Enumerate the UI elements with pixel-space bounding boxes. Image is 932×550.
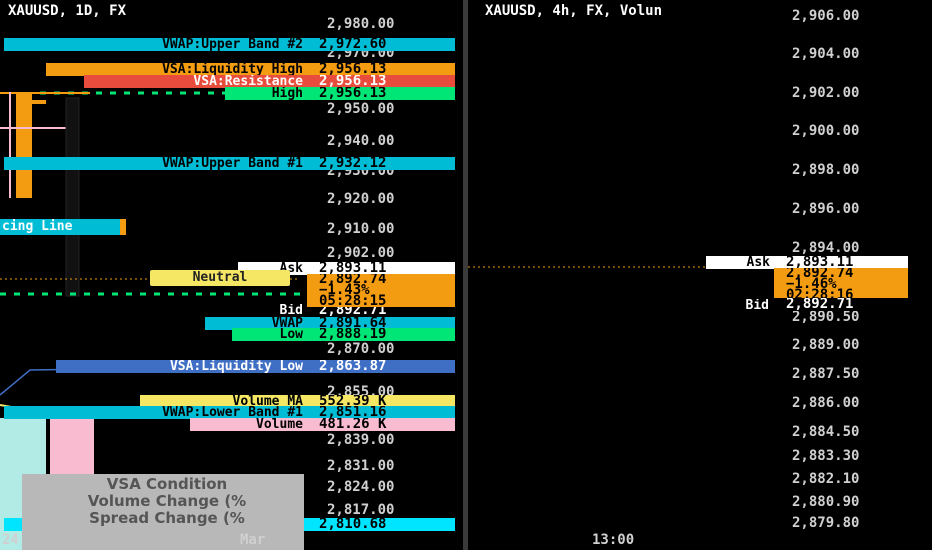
indicator-value: 2,888.19 bbox=[307, 328, 455, 341]
indicator-value: 481.26 K bbox=[307, 418, 455, 431]
indicator-value: 2,932.12 bbox=[307, 157, 455, 170]
right-x-label-0: 13:00 bbox=[592, 532, 635, 548]
indicator-label: Bid bbox=[242, 304, 307, 317]
neutral-label: Neutral bbox=[150, 270, 290, 286]
vsa-spread-change: Spread Change (% bbox=[89, 509, 245, 527]
left-price-tick: 2,902.00 bbox=[327, 245, 395, 261]
left-current-price-countdown: 05:28:15 bbox=[319, 293, 387, 307]
left-chart-pane[interactable]: XAUUSD, 1D, FX 2,980.00 2,970.00 2,950.00 2… bbox=[0, 0, 463, 550]
indicator-label: VSA:Liquidity Low bbox=[56, 360, 307, 373]
indicator-value: 2,956.13 bbox=[307, 87, 455, 100]
right-bid-label: Bid bbox=[712, 298, 774, 311]
left-price-tick: 2,920.00 bbox=[327, 191, 395, 207]
left-price-tick: 2,839.00 bbox=[327, 432, 395, 448]
left-current-price: 2,892.74 −1.43% 05:28:15 bbox=[307, 274, 455, 307]
right-price-tick: 2,884.50 bbox=[792, 424, 860, 440]
side-line-label: cing Line bbox=[0, 219, 126, 235]
right-price-tick: 2,904.00 bbox=[792, 46, 860, 62]
right-price-tick: 2,886.00 bbox=[792, 395, 860, 411]
right-price-tick: 2,889.00 bbox=[792, 337, 860, 353]
right-bid-value: 2,892.71 bbox=[774, 298, 908, 311]
right-price-tick: 2,879.80 bbox=[792, 515, 860, 531]
right-current-price-countdown: 02:28:16 bbox=[786, 287, 854, 298]
liquidity-bar bbox=[16, 93, 32, 198]
right-chart-pane[interactable]: XAUUSD, 4h, FX, Volun 2,906.00 2,904.00 2,… bbox=[468, 0, 932, 550]
indicator-label: High bbox=[225, 87, 307, 100]
indicator-label: VWAP:Upper Band #1 bbox=[4, 157, 307, 170]
right-price-tick: 2,890.50 bbox=[792, 309, 860, 325]
main-candle bbox=[65, 97, 80, 297]
right-price-tick: 2,894.00 bbox=[792, 240, 860, 256]
right-current-price: 2,892.74 −1.46% 02:28:16 bbox=[774, 268, 908, 298]
indicator-label: Low bbox=[232, 328, 307, 341]
left-price-tick: 2,824.00 bbox=[327, 479, 395, 495]
indicator-value: 2,863.87 bbox=[307, 360, 455, 373]
vsa-volume-change: Volume Change (% bbox=[87, 492, 247, 510]
right-price-tick: 2,900.00 bbox=[792, 123, 860, 139]
right-price-tick: 2,887.50 bbox=[792, 366, 860, 382]
right-price-tick: 2,883.30 bbox=[792, 448, 860, 464]
left-price-tick: 2,980.00 bbox=[327, 16, 395, 32]
right-price-tick: 2,906.00 bbox=[792, 8, 860, 24]
right-price-tick: 2,880.90 bbox=[792, 494, 860, 510]
right-price-tick: 2,898.00 bbox=[792, 162, 860, 178]
indicator-label: VWAP:Upper Band #2 bbox=[4, 38, 307, 51]
right-price-tick: 2,882.10 bbox=[792, 471, 860, 487]
left-x-label-0: 24 bbox=[2, 532, 19, 548]
right-ask-label: Ask bbox=[706, 256, 774, 269]
left-x-label-1: Mar bbox=[240, 532, 266, 548]
left-price-tick: 2,817.00 bbox=[327, 502, 395, 518]
indicator-value: 2,972.60 bbox=[307, 38, 455, 51]
left-price-tick: 2,910.00 bbox=[327, 221, 395, 237]
left-price-tick: 2,940.00 bbox=[327, 133, 395, 149]
right-price-tick: 2,896.00 bbox=[792, 201, 860, 217]
left-price-tick: 2,831.00 bbox=[327, 458, 395, 474]
right-chart-title: XAUUSD, 4h, FX, Volun bbox=[485, 3, 663, 19]
indicator-value: 2,810.68 bbox=[307, 518, 455, 531]
vsa-condition-title: VSA Condition bbox=[106, 475, 228, 493]
indicator-label: Volume bbox=[190, 418, 307, 431]
right-price-tick: 2,902.00 bbox=[792, 85, 860, 101]
left-chart-title: XAUUSD, 1D, FX bbox=[8, 3, 127, 19]
liquidity-tick bbox=[30, 100, 46, 104]
left-price-tick: 2,870.00 bbox=[327, 341, 395, 357]
left-price-tick: 2,950.00 bbox=[327, 101, 395, 117]
